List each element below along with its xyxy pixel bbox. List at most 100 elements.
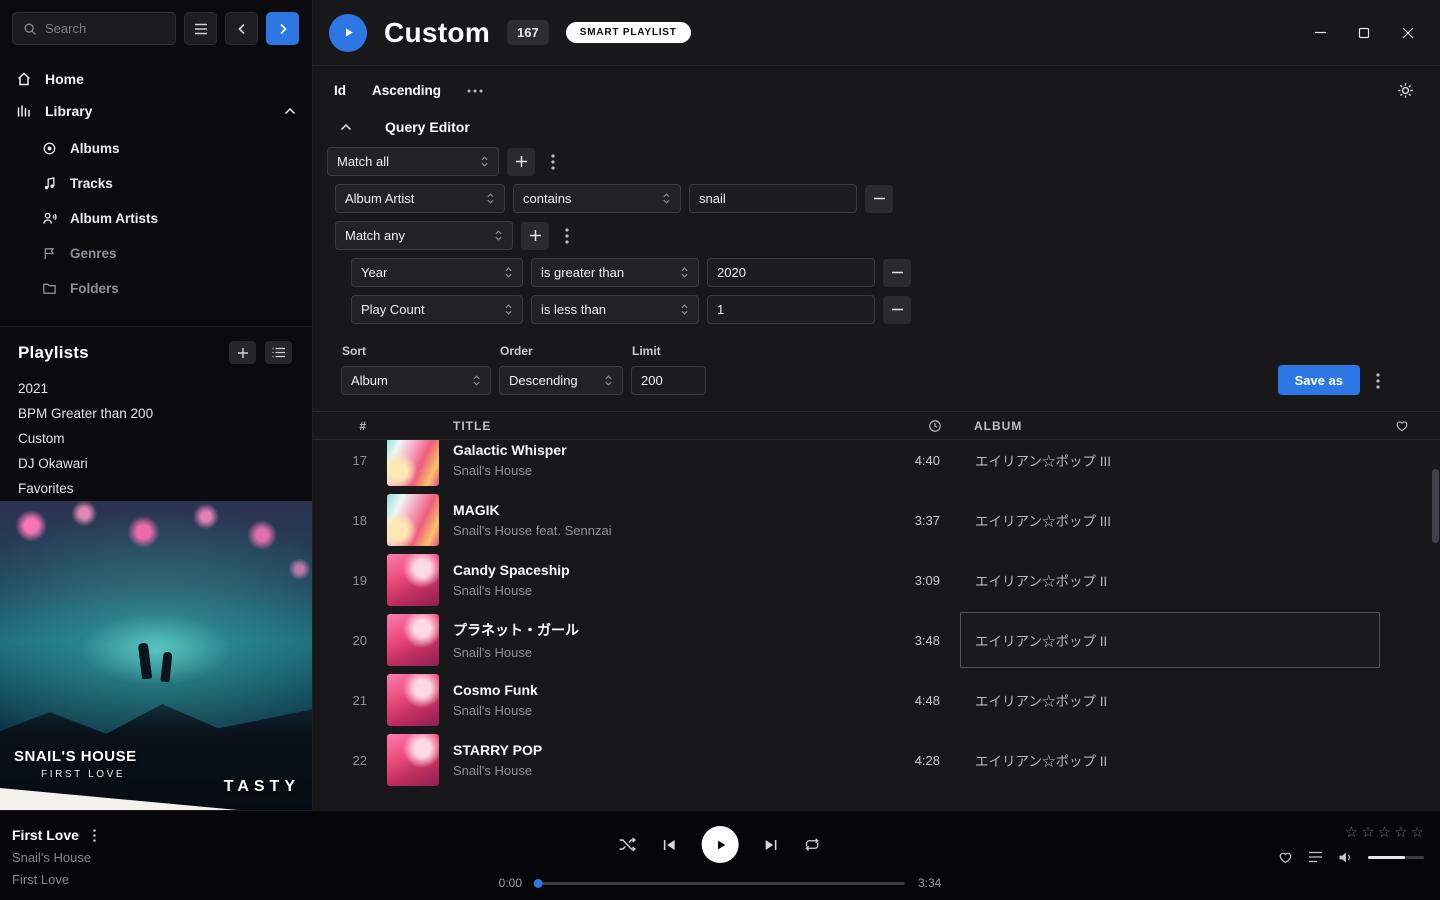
rule-value-input[interactable] [707, 258, 875, 287]
collapse-query-editor-button[interactable] [331, 115, 361, 139]
star-icon[interactable]: ☆ [1361, 825, 1374, 840]
track-row[interactable]: 20 プラネット・ガール Snail's House 3:48 エイリアン☆ポッ… [313, 610, 1440, 670]
queue-icon[interactable] [1308, 851, 1323, 863]
now-playing-artist[interactable]: Snail's House [12, 850, 100, 865]
sidebar-item-library[interactable]: Library [0, 95, 312, 127]
track-row[interactable]: 18 MAGIK Snail's House feat. Sennzai 3:3… [313, 490, 1440, 550]
sidebar-item-genres[interactable]: Genres [0, 236, 312, 271]
rule-operator-select[interactable]: is greater than [531, 258, 699, 287]
sub-match-mode-select[interactable]: Match any [335, 221, 513, 250]
rule-value-input[interactable] [689, 184, 857, 213]
track-artist[interactable]: Snail's House [453, 763, 890, 778]
track-artist[interactable]: Snail's House feat. Sennzai [453, 523, 890, 538]
rule-field-select[interactable]: Play Count [351, 295, 523, 324]
track-title[interactable]: Cosmo Funk [453, 682, 890, 698]
rule-operator-select[interactable]: is less than [531, 295, 699, 324]
rule-field-select[interactable]: Album Artist [335, 184, 505, 213]
playlist-item[interactable]: Favorites [0, 476, 312, 501]
track-title[interactable]: Candy Spaceship [453, 562, 890, 578]
chevron-up-icon[interactable] [284, 107, 296, 115]
sort-direction-button[interactable]: Ascending [372, 83, 441, 98]
playlist-item[interactable]: Custom [0, 426, 312, 451]
sidebar-item-tracks[interactable]: Tracks [0, 166, 312, 201]
volume-icon[interactable] [1338, 851, 1353, 864]
track-artwork-thumbnail[interactable] [387, 440, 439, 486]
track-artwork-thumbnail[interactable] [387, 614, 439, 666]
shuffle-icon[interactable] [619, 837, 637, 852]
next-track-icon[interactable] [764, 838, 779, 852]
track-title[interactable]: MAGIK [453, 502, 890, 518]
now-playing-artwork[interactable]: SNAIL'S HOUSE FIRST LOVE TASTY [0, 501, 312, 810]
track-album-cell[interactable]: エイリアン☆ポップ II [960, 552, 1380, 608]
order-select[interactable]: Descending [499, 366, 623, 395]
track-artwork-thumbnail[interactable] [387, 494, 439, 546]
play-playlist-button[interactable] [329, 14, 367, 52]
star-icon[interactable]: ☆ [1378, 825, 1391, 840]
column-index[interactable]: # [327, 419, 373, 433]
maximize-button[interactable] [1342, 11, 1386, 55]
sidebar-item-album-artists[interactable]: Album Artists [0, 201, 312, 236]
search-box[interactable] [12, 12, 176, 45]
track-artwork-thumbnail[interactable] [387, 674, 439, 726]
menu-button[interactable] [184, 12, 217, 45]
search-input[interactable] [45, 21, 165, 36]
previous-track-icon[interactable] [662, 838, 677, 852]
favorite-heart-icon[interactable] [1278, 850, 1293, 864]
repeat-icon[interactable] [804, 837, 821, 852]
remove-rule-button[interactable] [865, 185, 893, 213]
playlist-item[interactable]: 2021 [0, 376, 312, 401]
close-button[interactable] [1386, 11, 1430, 55]
track-album-cell[interactable]: エイリアン☆ポップ II [960, 612, 1380, 668]
forward-button[interactable] [266, 12, 299, 45]
sidebar-item-folders[interactable]: Folders [0, 271, 312, 306]
minimize-button[interactable] [1298, 11, 1342, 55]
play-pause-button[interactable] [702, 826, 739, 863]
track-title[interactable]: プラネット・ガール [453, 620, 890, 640]
limit-input[interactable] [631, 366, 706, 395]
back-button[interactable] [225, 12, 258, 45]
track-album-cell[interactable]: エイリアン☆ポップ II [960, 732, 1380, 788]
track-artist[interactable]: Snail's House [453, 583, 890, 598]
rule-operator-select[interactable]: contains [513, 184, 681, 213]
scrollbar-thumb[interactable] [1432, 469, 1439, 543]
track-artwork-thumbnail[interactable] [387, 554, 439, 606]
add-rule-button[interactable] [507, 148, 535, 176]
playlist-item[interactable]: BPM Greater than 200 [0, 401, 312, 426]
track-row[interactable]: 22 STARRY POP Snail's House 4:28 エイリアン☆ポ… [313, 730, 1440, 790]
track-album-cell[interactable]: エイリアン☆ポップ III [960, 440, 1380, 488]
playlist-list-button[interactable] [265, 341, 292, 364]
star-icon[interactable]: ☆ [1411, 825, 1424, 840]
track-row[interactable]: 17 Galactic Whisper Snail's House 4:40 エ… [313, 440, 1440, 490]
track-artist[interactable]: Snail's House [453, 645, 890, 660]
rule-value-input[interactable] [707, 295, 875, 324]
track-artwork-thumbnail[interactable] [387, 734, 439, 786]
settings-gear-icon[interactable] [1397, 82, 1414, 99]
remove-rule-button[interactable] [883, 259, 911, 287]
group-menu-icon[interactable] [543, 148, 563, 176]
track-title[interactable]: STARRY POP [453, 742, 890, 758]
remove-rule-button[interactable] [883, 296, 911, 324]
add-sub-rule-button[interactable] [521, 222, 549, 250]
track-title[interactable]: Galactic Whisper [453, 442, 890, 458]
sort-field-button[interactable]: Id [334, 83, 346, 98]
star-icon[interactable]: ☆ [1394, 825, 1407, 840]
seek-bar[interactable] [535, 882, 905, 885]
sidebar-item-home[interactable]: Home [0, 63, 312, 95]
column-album[interactable]: ALBUM [960, 419, 1380, 433]
star-icon[interactable]: ☆ [1345, 825, 1358, 840]
save-as-button[interactable]: Save as [1278, 365, 1360, 395]
add-playlist-button[interactable] [229, 341, 256, 364]
sub-group-menu-icon[interactable] [557, 222, 577, 250]
now-playing-menu-icon[interactable] [90, 827, 100, 843]
track-artist[interactable]: Snail's House [453, 463, 890, 478]
rating-stars[interactable]: ☆ ☆ ☆ ☆ ☆ [1345, 825, 1424, 840]
track-album-cell[interactable]: エイリアン☆ポップ III [960, 492, 1380, 548]
duration-clock-icon[interactable] [890, 419, 960, 433]
track-row[interactable]: 21 Cosmo Funk Snail's House 4:48 エイリアン☆ポ… [313, 670, 1440, 730]
favorite-heart-icon[interactable] [1380, 419, 1424, 432]
sort-select[interactable]: Album [341, 366, 491, 395]
playlist-item[interactable]: DJ Okawari [0, 451, 312, 476]
now-playing-title[interactable]: First Love [12, 827, 79, 843]
seek-handle[interactable] [534, 879, 543, 888]
match-mode-select[interactable]: Match all [327, 147, 499, 176]
